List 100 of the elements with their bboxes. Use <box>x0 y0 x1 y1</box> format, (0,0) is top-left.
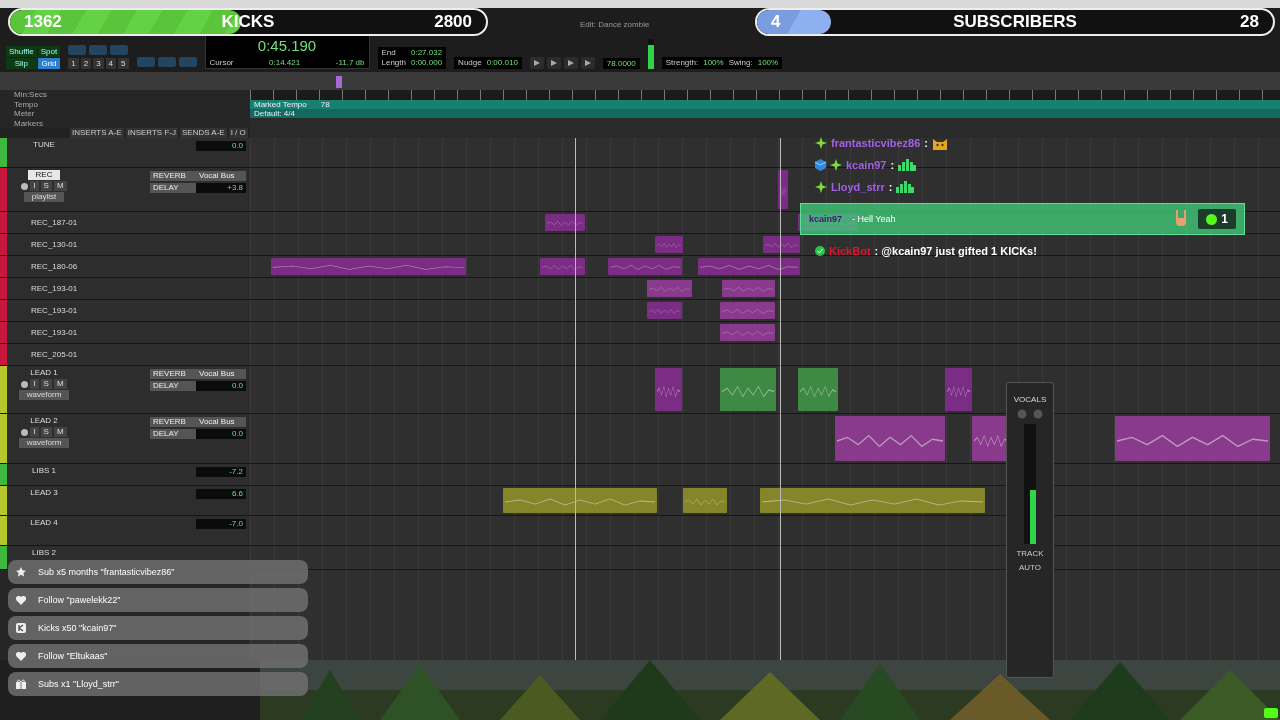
record-icon[interactable] <box>21 380 29 388</box>
audio-clip[interactable] <box>1115 416 1270 461</box>
time-ruler[interactable] <box>250 90 1280 100</box>
track-button[interactable]: S <box>40 379 52 389</box>
fader-meter[interactable] <box>1024 424 1036 544</box>
edit-mode-button[interactable]: Grid <box>37 58 61 69</box>
audio-clip[interactable] <box>683 488 727 513</box>
track-name[interactable]: TUNE <box>25 140 63 150</box>
track-button[interactable]: M <box>53 379 67 389</box>
send-slot[interactable]: DELAY <box>150 429 196 439</box>
audio-clip[interactable] <box>760 488 985 513</box>
send-slot[interactable]: DELAY <box>150 381 196 391</box>
volume-readout: 0.0 <box>196 429 246 439</box>
track-name[interactable]: LEAD 1 <box>22 368 66 378</box>
counter-time: 0:45.190 <box>257 37 317 54</box>
audio-clip[interactable] <box>722 280 775 297</box>
audio-clip[interactable] <box>763 236 800 253</box>
tool-button[interactable] <box>89 45 108 55</box>
track-name[interactable]: REC <box>27 170 61 180</box>
view-dropdown[interactable]: playlist <box>23 192 65 202</box>
transport-button[interactable] <box>580 57 595 69</box>
audio-clip[interactable] <box>647 280 692 297</box>
meter-label: Default: 4/4 <box>254 109 295 118</box>
view-dropdown[interactable]: waveform <box>18 438 70 448</box>
send-slot[interactable]: DELAY <box>150 183 196 193</box>
waveform-drawing <box>765 241 798 249</box>
audio-clip[interactable] <box>655 236 683 253</box>
bot-username: KickBot <box>829 245 871 257</box>
track-button[interactable]: S <box>40 181 52 191</box>
track-button[interactable]: I <box>30 379 39 389</box>
track-button[interactable]: M <box>53 427 67 437</box>
column-header: SENDS A-E <box>179 128 227 138</box>
alert-text: Kicks x50 "kcain97" <box>38 623 117 633</box>
record-icon[interactable] <box>21 428 29 436</box>
audio-clip[interactable] <box>271 258 466 275</box>
grid-setting-label: Strength: <box>665 58 699 68</box>
waveform-drawing <box>724 285 773 293</box>
tool-button[interactable] <box>68 45 87 55</box>
record-icon[interactable] <box>21 182 29 190</box>
playlist-name[interactable]: REC_193-01 <box>7 322 78 343</box>
track-button[interactable]: I <box>30 181 39 191</box>
goal-target: 28 <box>1240 12 1259 32</box>
playlist-name[interactable]: REC_193-01 <box>7 278 78 299</box>
zoom-preset-button[interactable]: 4 <box>105 58 117 69</box>
audio-clip[interactable] <box>647 302 682 319</box>
output-selector[interactable]: Vocal Bus <box>196 369 246 379</box>
transport-button[interactable] <box>563 57 578 69</box>
track-button[interactable]: M <box>53 181 67 191</box>
playlist-name[interactable]: REC_205-01 <box>7 344 78 365</box>
edit-mode-button[interactable]: Shuffle <box>6 46 37 57</box>
track-name[interactable]: LIBS 1 <box>24 466 64 476</box>
tool-button[interactable] <box>157 57 176 67</box>
send-slot[interactable]: REVERB <box>150 417 196 427</box>
playlist-name[interactable]: REC_187-01 <box>7 212 78 233</box>
transport-button[interactable] <box>546 57 561 69</box>
track-name[interactable]: LEAD 2 <box>22 416 66 426</box>
output-selector[interactable]: Vocal Bus <box>196 417 246 427</box>
track-name[interactable]: LEAD 3 <box>22 488 66 498</box>
zoom-preset-button[interactable]: 1 <box>68 58 79 69</box>
audio-clip[interactable] <box>608 258 682 275</box>
track-name[interactable]: LIBS 2 <box>24 548 64 558</box>
heart-icon <box>16 595 26 605</box>
transport-button[interactable] <box>529 57 544 69</box>
playlist-name[interactable]: REC_193-01 <box>7 300 78 321</box>
audio-clip[interactable] <box>720 302 775 319</box>
track-button[interactable]: I <box>30 427 39 437</box>
chat-separator: : <box>924 137 928 149</box>
send-slot[interactable]: REVERB <box>150 171 196 181</box>
goal-target: 2800 <box>434 12 472 32</box>
cat-emote-icon <box>931 136 948 150</box>
audio-clip[interactable] <box>778 170 788 209</box>
zoom-preset-button[interactable]: 5 <box>118 58 129 69</box>
marker-flag[interactable] <box>336 76 342 88</box>
audio-clip[interactable] <box>720 368 776 411</box>
chat-separator: : <box>888 181 893 193</box>
audio-clip[interactable] <box>545 214 585 231</box>
bars-emote-icon <box>898 159 917 171</box>
edit-mode-button[interactable]: Spot <box>37 46 61 57</box>
track-name[interactable]: LEAD 4 <box>22 518 66 528</box>
view-dropdown[interactable]: waveform <box>18 390 70 400</box>
audio-clip[interactable] <box>835 416 945 461</box>
output-selector[interactable]: Vocal Bus <box>196 171 246 181</box>
tool-button[interactable] <box>110 45 129 55</box>
audio-clip[interactable] <box>503 488 657 513</box>
send-slot[interactable]: REVERB <box>150 369 196 379</box>
audio-clip[interactable] <box>698 258 800 275</box>
zoom-preset-button[interactable]: 2 <box>80 58 92 69</box>
audio-clip[interactable] <box>540 258 585 275</box>
track-button[interactable]: S <box>40 427 52 437</box>
playlist-name[interactable]: REC_130-01 <box>7 234 78 255</box>
playlist-name[interactable]: REC_180-06 <box>7 256 78 277</box>
tool-button[interactable] <box>178 57 197 67</box>
tool-button[interactable] <box>136 57 155 67</box>
audio-clip[interactable] <box>945 368 972 411</box>
ruler-label: Markers <box>14 118 44 128</box>
zoom-preset-button[interactable]: 3 <box>93 58 104 69</box>
audio-clip[interactable] <box>720 324 775 341</box>
edit-mode-button[interactable]: Slip <box>6 58 37 69</box>
audio-clip[interactable] <box>798 368 838 411</box>
audio-clip[interactable] <box>655 368 682 411</box>
